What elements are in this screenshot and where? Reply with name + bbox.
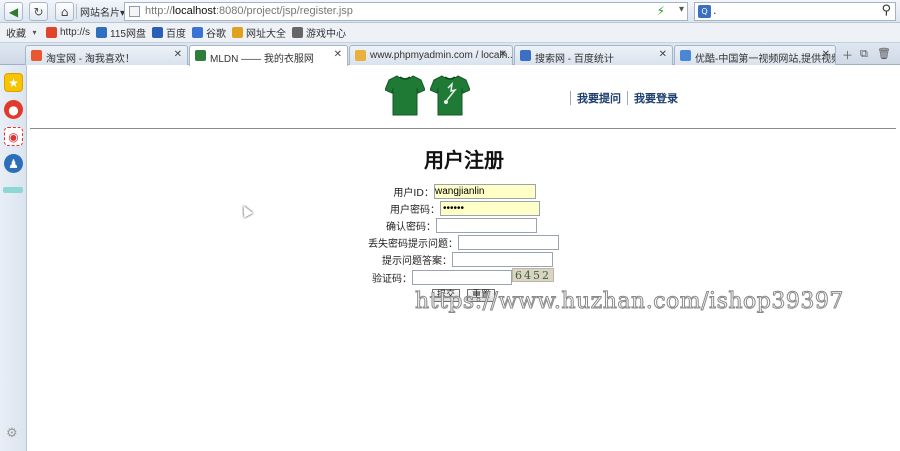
close-tab-icon[interactable]: ✕	[822, 49, 830, 60]
header-links: 我要提问 我要登录	[570, 90, 678, 106]
header-divider	[30, 128, 896, 129]
bookmark-item[interactable]: 游戏中心	[291, 25, 346, 40]
refresh-icon: ↻	[33, 4, 44, 19]
captcha-image[interactable]: 6452	[512, 268, 554, 282]
password-input[interactable]	[440, 200, 540, 216]
browser-tab[interactable]: MLDN —— 我的衣服网 ✕	[189, 45, 348, 66]
baidu-icon	[151, 27, 163, 38]
search-box[interactable]: Q . ⚲	[694, 2, 896, 21]
tab-favicon-icon	[680, 50, 691, 61]
captcha-input[interactable]	[412, 269, 512, 285]
tshirt-logo-icon	[430, 75, 470, 116]
tab-favicon-icon	[355, 50, 366, 61]
watch-eye-icon[interactable]: ◉	[4, 127, 23, 146]
browser-tab[interactable]: www.phpmyadmin.com / localh... ✕	[349, 45, 513, 65]
sidebar-strip	[3, 187, 23, 193]
address-bar[interactable]: http://localhost:8080/project/jsp/regist…	[124, 2, 688, 21]
bookmark-item[interactable]: http://s	[46, 27, 90, 38]
close-tab-icon[interactable]: ✕	[659, 49, 667, 60]
login-link[interactable]: 我要登录	[634, 90, 678, 106]
address-url[interactable]: http://localhost:8080/project/jsp/regist…	[145, 5, 353, 17]
captcha-row: 验证码：	[360, 269, 512, 285]
security-answer-row: 提示问题答案：	[360, 251, 553, 267]
bookmark-item[interactable]: 115网盘	[96, 25, 146, 40]
bookmark-item[interactable]: 网址大全	[231, 25, 286, 40]
site-card-dropdown[interactable]: 网站名片▾	[80, 4, 125, 19]
back-arrow-icon: ◀	[8, 4, 19, 19]
restore-tabs-icon[interactable]: ⧉	[860, 47, 868, 61]
tab-favicon-icon	[195, 50, 206, 61]
gear-icon[interactable]: ⚙	[6, 426, 18, 441]
security-question-input[interactable]	[458, 234, 559, 250]
tab-favicon-icon	[520, 50, 531, 61]
game-icon	[291, 27, 303, 38]
speed-mode-icon[interactable]: ⚡	[657, 4, 665, 18]
home-icon: ⌂	[60, 4, 69, 19]
browser-tab[interactable]: 优酷-中国第一视频网站,提供视频... ✕	[674, 45, 836, 65]
watermark-text: https://www.huzhan.com/ishop39397	[415, 289, 844, 315]
tshirt-logo-icon	[385, 75, 425, 116]
new-tab-icon[interactable]: ＋	[842, 47, 853, 63]
bookmark-item[interactable]: 收藏 ▾	[6, 25, 40, 40]
dropdown-icon: ▾	[32, 28, 37, 37]
tab-favicon-icon	[31, 50, 42, 61]
google-icon	[191, 27, 203, 38]
back-button[interactable]: ◀	[4, 2, 23, 21]
people-icon[interactable]: ♟	[4, 154, 23, 173]
close-tab-icon[interactable]: ✕	[334, 49, 342, 60]
bookmark-item[interactable]: 谷歌	[191, 25, 226, 40]
home-button[interactable]: ⌂	[55, 2, 74, 21]
trash-icon[interactable]: 🗑	[877, 47, 891, 60]
weibo-icon[interactable]: ●	[4, 100, 23, 119]
close-tab-icon[interactable]: ✕	[174, 49, 182, 60]
security-question-row: 丢失密码提示问题：	[360, 234, 559, 250]
link-divider	[627, 91, 628, 105]
favorites-star-icon[interactable]: ★	[4, 73, 23, 92]
refresh-button[interactable]: ↻	[29, 2, 48, 21]
ask-question-link[interactable]: 我要提问	[577, 90, 621, 106]
tab-bar: 优酷-中国第一视频网站,提供视频... ✕ 搜索网 - 百度统计 ✕ www.phpmy…	[0, 43, 900, 66]
bookmarks-bar: 收藏 ▾ http://s 115网盘 百度 谷歌 网址大全 游戏中心	[0, 23, 900, 43]
mouse-cursor-icon	[239, 203, 253, 218]
page-content: 我要提问 我要登录 用户注册 用户ID： 用户密码： 确认密码： 丢失密码提示问…	[28, 66, 900, 451]
toolbar-divider	[76, 4, 77, 19]
bookmark-item[interactable]: 百度	[151, 25, 186, 40]
browser-tab[interactable]: 淘宝网 - 淘我喜欢！ ✕	[25, 45, 188, 65]
user-id-row: 用户ID：	[360, 183, 536, 199]
link-divider	[570, 91, 571, 105]
search-icon[interactable]: ⚲	[881, 3, 891, 18]
cloud-icon	[96, 27, 108, 38]
address-dropdown-icon[interactable]: ▾	[679, 4, 684, 15]
navigation-toolbar: ◀ ↻ ⌂ 网站名片▾ http://localhost:8080/projec…	[0, 0, 900, 23]
search-engine-icon[interactable]: Q	[698, 5, 711, 18]
confirm-password-row: 确认密码：	[360, 217, 537, 233]
close-tab-icon[interactable]: ✕	[499, 49, 507, 60]
page-icon	[129, 6, 140, 17]
security-answer-input[interactable]	[452, 251, 553, 267]
taobao-icon	[46, 27, 57, 38]
nav-icon	[231, 27, 243, 38]
search-input[interactable]: .	[713, 4, 717, 17]
browser-tab[interactable]: 搜索网 - 百度统计 ✕	[514, 45, 673, 65]
confirm-password-input[interactable]	[436, 217, 537, 233]
page-title: 用户注册	[424, 148, 504, 172]
user-id-input[interactable]	[434, 183, 536, 199]
left-sidebar: ★ ● ◉ ♟ ⚙	[0, 65, 27, 451]
password-row: 用户密码：	[360, 200, 540, 216]
